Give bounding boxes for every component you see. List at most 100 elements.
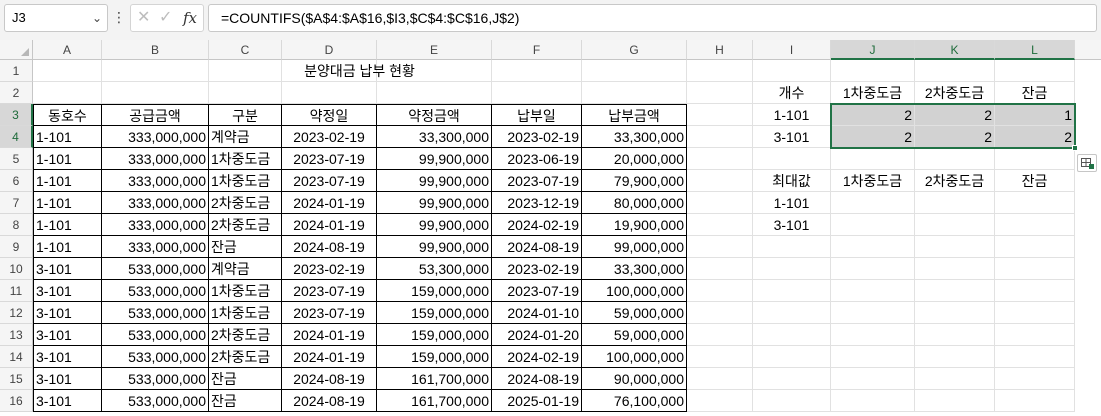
column-header-k[interactable]: K xyxy=(915,40,995,60)
grid-cell[interactable] xyxy=(687,302,753,324)
count-value-cell[interactable]: 1 xyxy=(995,104,1075,126)
table-cell[interactable]: 2024-01-10 xyxy=(492,302,582,324)
table-cell[interactable]: 1-101 xyxy=(33,126,102,148)
grid-cell[interactable] xyxy=(753,302,831,324)
grid-cell[interactable] xyxy=(753,236,831,258)
grid-cell[interactable] xyxy=(377,82,492,104)
table-cell[interactable]: 33,300,000 xyxy=(582,126,687,148)
table-cell[interactable]: 79,900,000 xyxy=(582,170,687,192)
count-value-cell[interactable]: 2 xyxy=(915,126,995,148)
grid-cell[interactable] xyxy=(995,302,1075,324)
table-cell[interactable]: 1-101 xyxy=(33,170,102,192)
grid-cell[interactable] xyxy=(915,324,995,346)
chevron-down-icon[interactable]: ⌄ xyxy=(89,5,105,31)
table-cell[interactable]: 3-101 xyxy=(33,324,102,346)
table-cell[interactable]: 333,000,000 xyxy=(102,214,209,236)
grid-cell[interactable] xyxy=(915,258,995,280)
table-cell[interactable]: 33,300,000 xyxy=(582,258,687,280)
column-header-c[interactable]: C xyxy=(209,40,282,60)
column-header-b[interactable]: B xyxy=(102,40,209,60)
table-cell[interactable]: 159,000,000 xyxy=(377,346,492,368)
grid-cell[interactable] xyxy=(753,324,831,346)
column-header-d[interactable]: D xyxy=(282,40,377,60)
count-row-label[interactable]: 3-101 xyxy=(753,126,831,148)
table-cell[interactable]: 333,000,000 xyxy=(102,170,209,192)
row-header-3[interactable]: 3 xyxy=(0,104,33,126)
column-header-g[interactable]: G xyxy=(582,40,687,60)
grid-cell[interactable] xyxy=(995,346,1075,368)
table-cell[interactable]: 1차중도금 xyxy=(209,302,282,324)
grid-cell[interactable] xyxy=(915,280,995,302)
grid-cell[interactable] xyxy=(995,60,1075,82)
table-cell[interactable]: 2024-02-19 xyxy=(492,346,582,368)
table-cell[interactable]: 2024-08-19 xyxy=(492,236,582,258)
table-cell[interactable]: 3-101 xyxy=(33,258,102,280)
grid-cell[interactable] xyxy=(753,368,831,390)
grid-cell[interactable] xyxy=(831,280,915,302)
max-value-cell[interactable] xyxy=(915,192,995,214)
max-header-cell[interactable]: 1차중도금 xyxy=(831,170,915,192)
table-cell[interactable]: 1-101 xyxy=(33,148,102,170)
table-cell[interactable]: 1-101 xyxy=(33,214,102,236)
row-header-1[interactable]: 1 xyxy=(0,60,33,82)
row-header-11[interactable]: 11 xyxy=(0,280,33,302)
table-cell[interactable]: 99,900,000 xyxy=(377,192,492,214)
grid-cell[interactable] xyxy=(831,60,915,82)
table-cell[interactable]: 2023-07-19 xyxy=(492,280,582,302)
row-header-12[interactable]: 12 xyxy=(0,302,33,324)
grid-cell[interactable] xyxy=(753,346,831,368)
table-cell[interactable]: 2024-08-19 xyxy=(282,368,377,390)
table-cell[interactable]: 2023-07-19 xyxy=(492,170,582,192)
table-cell[interactable]: 1-101 xyxy=(33,236,102,258)
grid-cell[interactable] xyxy=(33,82,102,104)
table-cell[interactable]: 2024-02-19 xyxy=(492,214,582,236)
table-header-cell[interactable]: 약정일 xyxy=(282,104,377,126)
grid-cell[interactable] xyxy=(915,236,995,258)
table-cell[interactable]: 2023-07-19 xyxy=(282,170,377,192)
grid-cell[interactable] xyxy=(915,368,995,390)
table-cell[interactable]: 99,900,000 xyxy=(377,214,492,236)
grid-cell[interactable] xyxy=(687,258,753,280)
table-cell[interactable]: 2024-01-19 xyxy=(282,346,377,368)
table-cell[interactable]: 533,000,000 xyxy=(102,302,209,324)
x-icon[interactable]: ✕ xyxy=(137,5,150,31)
table-cell[interactable]: 99,900,000 xyxy=(377,148,492,170)
table-cell[interactable]: 533,000,000 xyxy=(102,324,209,346)
grid-cell[interactable] xyxy=(995,368,1075,390)
max-row-label[interactable]: 1-101 xyxy=(753,192,831,214)
table-cell[interactable]: 계약금 xyxy=(209,258,282,280)
grid-cell[interactable] xyxy=(209,82,282,104)
grid-cell[interactable] xyxy=(687,192,753,214)
table-cell[interactable]: 159,000,000 xyxy=(377,302,492,324)
grid-cell[interactable] xyxy=(687,104,753,126)
table-cell[interactable]: 19,900,000 xyxy=(582,214,687,236)
column-header-e[interactable]: E xyxy=(377,40,492,60)
grid-cell[interactable] xyxy=(915,148,995,170)
table-cell[interactable]: 1차중도금 xyxy=(209,148,282,170)
table-cell[interactable]: 161,700,000 xyxy=(377,368,492,390)
table-cell[interactable]: 99,000,000 xyxy=(582,236,687,258)
table-cell[interactable]: 3-101 xyxy=(33,390,102,412)
row-header-5[interactable]: 5 xyxy=(0,148,33,170)
table-cell[interactable]: 59,000,000 xyxy=(582,324,687,346)
grid-cell[interactable] xyxy=(687,280,753,302)
max-value-cell[interactable] xyxy=(995,192,1075,214)
table-cell[interactable]: 2차중도금 xyxy=(209,346,282,368)
table-header-cell[interactable]: 납부금액 xyxy=(582,104,687,126)
table-cell[interactable]: 잔금 xyxy=(209,368,282,390)
column-header-l[interactable]: L xyxy=(995,40,1075,60)
table-header-cell[interactable]: 약정금액 xyxy=(377,104,492,126)
grid-cell[interactable] xyxy=(831,236,915,258)
table-cell[interactable]: 333,000,000 xyxy=(102,148,209,170)
grid-cell[interactable] xyxy=(492,82,582,104)
table-cell[interactable]: 99,900,000 xyxy=(377,236,492,258)
grid-cell[interactable] xyxy=(915,390,995,412)
table-cell[interactable]: 2023-02-19 xyxy=(282,126,377,148)
grid-cell[interactable] xyxy=(831,390,915,412)
max-header-cell[interactable]: 2차중도금 xyxy=(915,170,995,192)
table-cell[interactable]: 2023-06-19 xyxy=(492,148,582,170)
grid-cell[interactable] xyxy=(995,324,1075,346)
row-header-10[interactable]: 10 xyxy=(0,258,33,280)
table-cell[interactable]: 333,000,000 xyxy=(102,192,209,214)
select-all-corner[interactable] xyxy=(0,40,33,60)
